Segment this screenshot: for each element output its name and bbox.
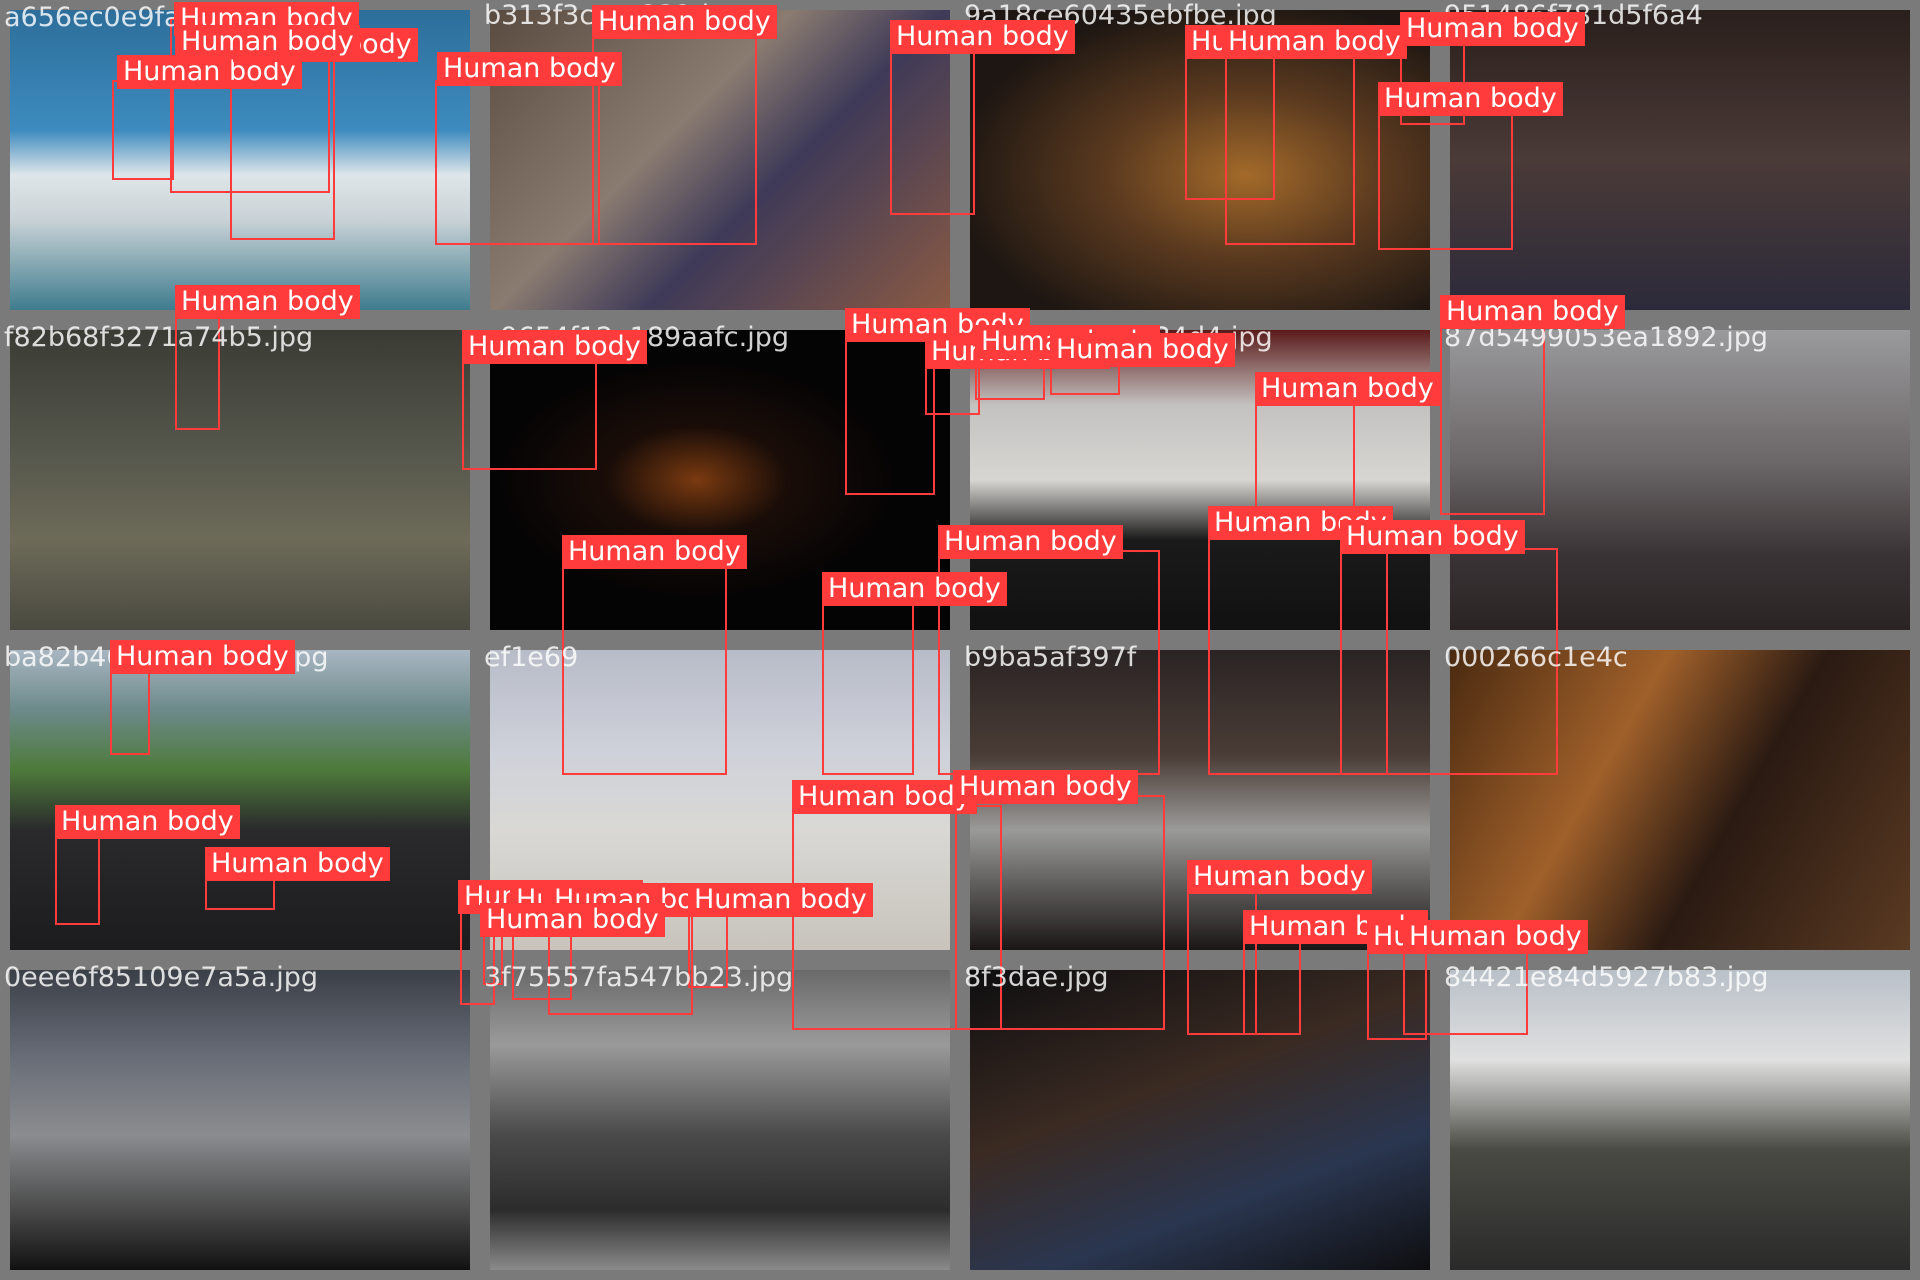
filename-label: 84421e84d5927b83.jpg — [1444, 962, 1769, 993]
filename-label: 0eee6f85109e7a5a.jpg — [4, 962, 319, 993]
bounding-box — [112, 80, 174, 180]
bounding-box — [205, 870, 275, 910]
filename-label: a656ec0e9fa5 — [4, 2, 198, 33]
bounding-box — [1050, 360, 1120, 395]
bounding-box — [1378, 110, 1513, 250]
filename-label: 951486f781d5f6a4 — [1444, 0, 1703, 31]
filename-label: 8f3dae.jpg — [964, 962, 1109, 993]
bounding-box — [435, 80, 600, 245]
bounding-box — [925, 355, 980, 415]
bounding-box — [822, 600, 914, 775]
photo-girls-with-microphones — [1450, 10, 1910, 310]
filename-label: 000266c1e4c — [1444, 642, 1628, 673]
filename-label: 3f75557fa547bb23.jpg — [484, 962, 794, 993]
filename-label: 87d5499053ea1892.jpg — [1444, 322, 1768, 353]
filename-label: b313f3ccca232d — [484, 0, 710, 31]
filename-label: 9a18ce60435ebfbe.jpg — [964, 0, 1277, 31]
detection-grid: a656ec0e9fa5 b313f3ccca232d 9a18ce60435ebf… — [0, 0, 1920, 1280]
bounding-box — [975, 350, 1045, 400]
filename-label: f82b68f3271a74b5.jpg — [4, 322, 314, 353]
photo-tunnel-room — [10, 330, 470, 630]
bounding-box — [562, 565, 727, 775]
bounding-box — [462, 355, 597, 470]
filename-label: 7b9e8e8f834f34d4.jpg — [964, 322, 1273, 353]
photo-vintage-car — [10, 970, 470, 1270]
image-tile: 0eee6f85109e7a5a.jpg — [0, 960, 480, 1280]
bounding-box — [890, 45, 975, 215]
bounding-box — [230, 55, 335, 240]
bounding-box — [110, 670, 150, 755]
filename-label: b9ba5af397f — [964, 642, 1137, 673]
image-tile: f82b68f3271a74b5.jpg — [0, 320, 480, 640]
bounding-box — [845, 330, 935, 495]
filename-label: ba82b4683034b268.jpg — [4, 642, 329, 673]
bounding-box — [592, 30, 757, 245]
bounding-box — [1243, 935, 1301, 1035]
filename-label: a9654f12a189aafc.jpg — [484, 322, 790, 353]
filename-label: ef1e69 — [484, 642, 579, 673]
bounding-box — [55, 830, 100, 925]
bounding-box — [1225, 55, 1355, 245]
bounding-box — [1255, 395, 1355, 510]
bounding-box — [955, 795, 1165, 1030]
